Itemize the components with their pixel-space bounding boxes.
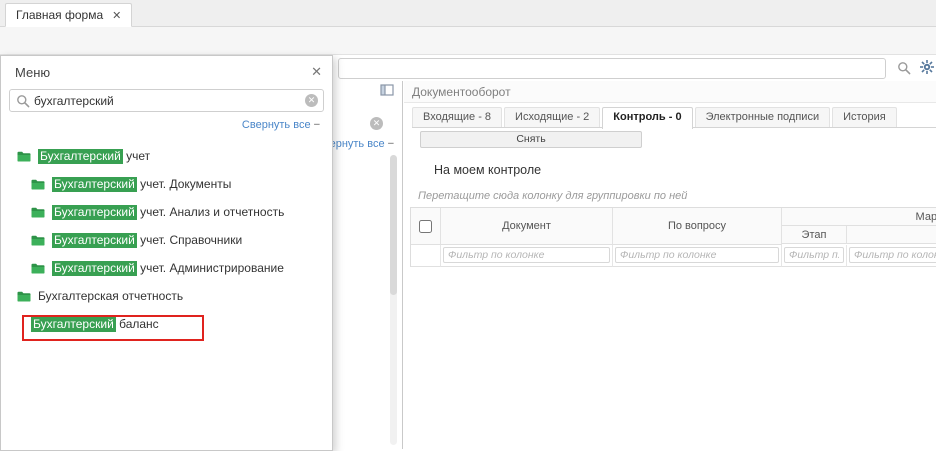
folder-icon xyxy=(31,207,45,218)
menu-item-accounting-analysis[interactable]: Бухгалтерский учет. Анализ и отчетность xyxy=(1,198,332,226)
table-header: Документ По вопросу Маршрут Этап Участни… xyxy=(411,208,936,245)
panel-title: Документооборот xyxy=(404,81,936,103)
tab-outgoing[interactable]: Исходящие - 2 xyxy=(504,107,600,127)
window-tab-strip: Главная форма ✕ xyxy=(0,0,936,27)
search-highlight: Бухгалтерский xyxy=(52,261,137,276)
window-tab-main-form[interactable]: Главная форма ✕ xyxy=(5,3,132,27)
global-search-input[interactable] xyxy=(338,58,886,79)
close-icon[interactable]: ✕ xyxy=(311,64,322,80)
select-all-cell xyxy=(411,208,441,245)
menu-tree: Бухгалтерский учет Бухгалтерский учет. Д… xyxy=(1,142,332,338)
column-header-stage[interactable]: Этап xyxy=(782,226,847,244)
column-header-subject[interactable]: По вопросу xyxy=(613,208,782,245)
tab-incoming[interactable]: Входящие - 8 xyxy=(412,107,502,127)
filter-input-participants[interactable] xyxy=(849,247,936,263)
menu-title: Меню xyxy=(15,65,50,80)
tab-control[interactable]: Контроль - 0 xyxy=(602,107,692,129)
group-by-hint: Перетащите сюда колонку для группировки … xyxy=(418,190,687,202)
menu-item-label: Бухгалтерский учет. Администрирование xyxy=(52,261,284,275)
menu-item-label: Бухгалтерская отчетность xyxy=(38,289,183,303)
search-highlight: Бухгалтерский xyxy=(38,149,123,164)
filter-input-stage[interactable] xyxy=(784,247,844,263)
tab-history[interactable]: История xyxy=(832,107,897,127)
clear-search-icon[interactable]: ✕ xyxy=(305,94,318,107)
filter-cell-empty xyxy=(411,245,441,267)
menu-search-input[interactable] xyxy=(34,91,299,110)
menu-item-label: Бухгалтерский учет. Анализ и отчетность xyxy=(52,205,284,219)
minus-icon: − xyxy=(388,138,394,150)
menu-item-balance-sheet[interactable]: Бухгалтерский баланс xyxy=(1,310,332,338)
column-header-document[interactable]: Документ xyxy=(441,208,613,245)
nav-scrollbar[interactable] xyxy=(390,155,397,445)
folder-icon xyxy=(31,235,45,246)
filter-cell-participants xyxy=(847,245,936,267)
docflow-panel: Документооборот Входящие - 8 Исходящие -… xyxy=(404,81,936,449)
menu-search-box: ✕ xyxy=(9,89,324,112)
menu-header: Меню ✕ xyxy=(1,56,332,89)
filter-input-document[interactable] xyxy=(443,247,610,263)
section-title: На моем контроле xyxy=(434,163,541,177)
filter-cell-document xyxy=(441,245,613,267)
folder-icon xyxy=(17,151,31,162)
toolbar xyxy=(0,27,936,55)
menu-item-accounting-documents[interactable]: Бухгалтерский учет. Документы xyxy=(1,170,332,198)
search-icon xyxy=(16,94,30,108)
search-highlight: Бухгалтерский xyxy=(31,317,116,332)
clear-icon[interactable]: ✕ xyxy=(370,117,383,130)
menu-item-label: Бухгалтерский учет xyxy=(38,149,150,163)
nav-panel: ✕ Свернуть все− xyxy=(333,81,403,449)
search-highlight: Бухгалтерский xyxy=(52,233,137,248)
tab-signatures[interactable]: Электронные подписи xyxy=(695,107,831,127)
folder-icon xyxy=(17,291,31,302)
menu-popup: Меню ✕ ✕ Свернуть все− Бухгалтерский уче… xyxy=(0,55,333,451)
settings-gear-icon[interactable] xyxy=(919,59,935,78)
search-highlight: Бухгалтерский xyxy=(52,177,137,192)
menu-item-accounting-reports[interactable]: Бухгалтерская отчетность xyxy=(1,282,332,310)
window-tab-label: Главная форма xyxy=(16,8,103,22)
minus-icon: − xyxy=(314,119,320,131)
control-table: Документ По вопросу Маршрут Этап Участни… xyxy=(410,207,936,267)
filter-input-subject[interactable] xyxy=(615,247,779,263)
menu-collapse-all-link[interactable]: Свернуть все− xyxy=(1,112,332,134)
select-all-checkbox[interactable] xyxy=(419,220,432,233)
menu-item-label: Бухгалтерский учет. Справочники xyxy=(52,233,242,247)
menu-item-accounting[interactable]: Бухгалтерский учет xyxy=(1,142,332,170)
remove-control-button[interactable]: Снять xyxy=(420,131,642,148)
menu-item-label: Бухгалтерский учет. Документы xyxy=(52,177,231,191)
column-group-route: Маршрут Этап Участники xyxy=(782,208,936,245)
search-icon[interactable] xyxy=(897,61,911,78)
search-highlight: Бухгалтерский xyxy=(52,205,137,220)
filter-cell-stage xyxy=(782,245,847,267)
panel-layout-icon[interactable] xyxy=(380,83,394,100)
menu-item-accounting-references[interactable]: Бухгалтерский учет. Справочники xyxy=(1,226,332,254)
docflow-tab-bar: Входящие - 8 Исходящие - 2 Контроль - 0 … xyxy=(412,107,936,128)
folder-icon xyxy=(31,179,45,190)
folder-icon xyxy=(31,263,45,274)
filter-cell-subject xyxy=(613,245,782,267)
menu-item-accounting-administration[interactable]: Бухгалтерский учет. Администрирование xyxy=(1,254,332,282)
column-header-participants[interactable]: Участники xyxy=(847,226,936,244)
filter-row xyxy=(411,245,936,267)
nav-scrollbar-thumb[interactable] xyxy=(390,155,397,295)
column-group-header-route[interactable]: Маршрут xyxy=(782,208,936,226)
close-icon[interactable]: ✕ xyxy=(112,9,121,22)
menu-item-label: Бухгалтерский баланс xyxy=(31,317,159,331)
